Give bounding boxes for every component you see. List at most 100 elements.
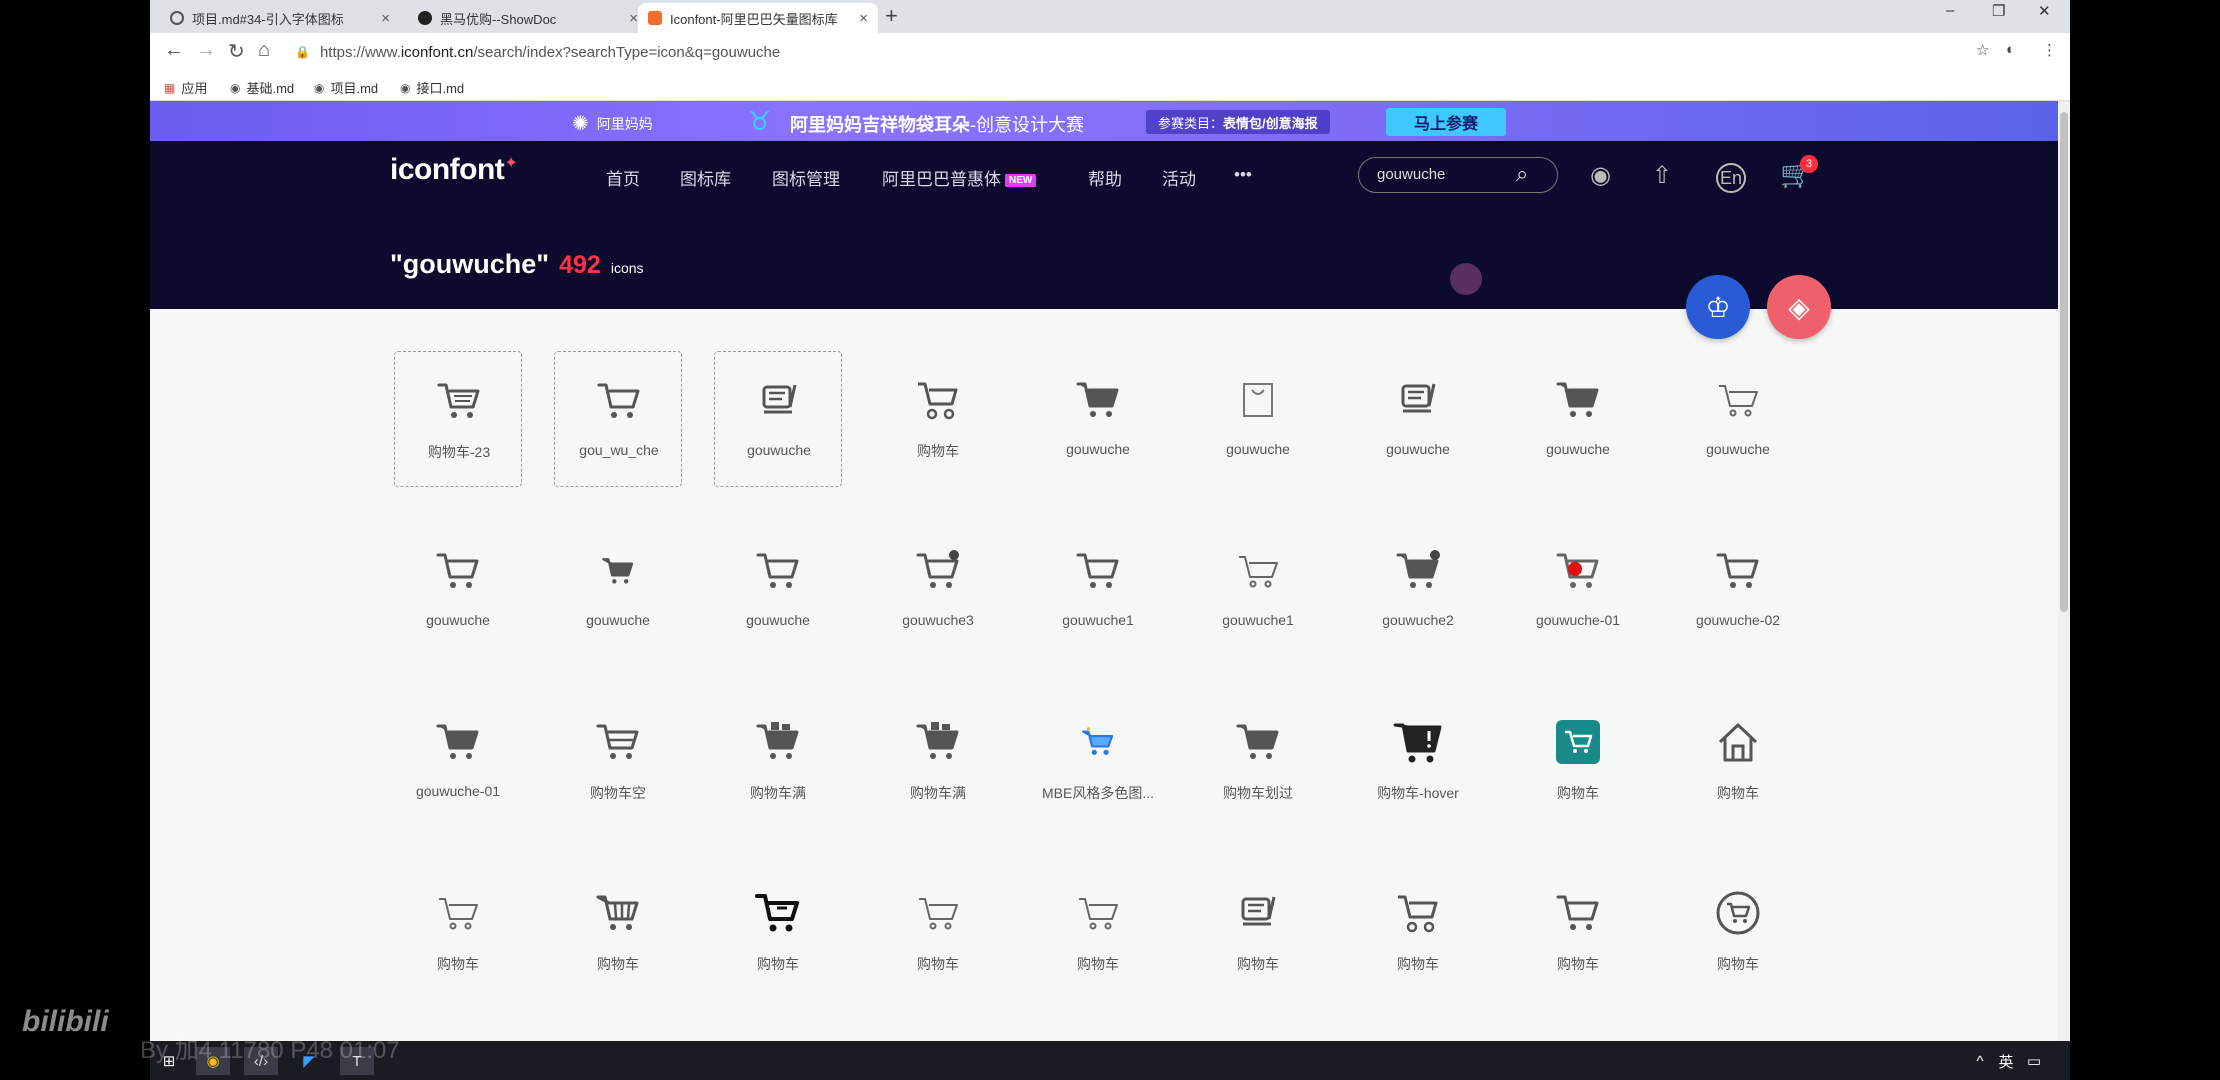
icon-card[interactable]: 购物车 xyxy=(874,864,1002,1000)
close-tab-icon[interactable]: × xyxy=(859,10,868,27)
icon-card[interactable]: 购物车满 xyxy=(714,693,842,829)
bookmark-apps[interactable]: ▦ 应用 xyxy=(164,78,207,97)
icon-card[interactable]: 购物车 xyxy=(1674,693,1802,829)
bag-icon xyxy=(1194,377,1322,423)
icon-card[interactable]: 购物车 xyxy=(1354,864,1482,1000)
icon-card[interactable]: 购物车 xyxy=(1674,864,1802,1000)
ime-indicator[interactable]: 英 xyxy=(1996,1047,2016,1075)
icon-card[interactable]: gouwuche xyxy=(1034,351,1162,487)
nav-activity[interactable]: 活动 xyxy=(1162,165,1196,190)
icon-label: gou_wu_che xyxy=(579,442,659,458)
icon-card[interactable]: 购物车空 xyxy=(554,693,682,829)
icon-card[interactable]: 购物车 xyxy=(714,864,842,1000)
home-icon[interactable]: ⌂ xyxy=(258,39,270,62)
icon-label: gouwuche xyxy=(746,612,810,628)
window-close-button[interactable]: ✕ xyxy=(2038,2,2051,20)
extension-icon[interactable]: ◐ xyxy=(2006,41,2015,58)
icon-card[interactable]: 购物车-23 xyxy=(394,351,522,487)
showdoc-icon xyxy=(418,11,432,25)
crown-fab[interactable]: ♔ xyxy=(1686,275,1750,339)
promo-title-suffix: -创意设计大赛 xyxy=(970,115,1084,135)
icon-card[interactable]: 购物车 xyxy=(874,351,1002,487)
reload-icon[interactable]: ↻ xyxy=(228,39,245,64)
icon-card[interactable]: 购物车 xyxy=(1034,864,1162,1000)
cart-outline-icon xyxy=(555,378,683,424)
icon-card[interactable]: gouwuche xyxy=(1514,351,1642,487)
new-tab-button[interactable]: + xyxy=(885,3,898,29)
address-bar[interactable]: 🔒 https://www. iconfont.cn/search/index?s… xyxy=(295,39,2070,65)
bookmark-project[interactable]: ◉ 项目.md xyxy=(314,78,378,97)
icon-label: 购物车 xyxy=(597,956,639,972)
icon-card[interactable]: gouwuche2 xyxy=(1354,522,1482,658)
tab-project-md[interactable]: 项目.md#34-引入字体图标 × xyxy=(160,3,400,33)
icon-card[interactable]: 购物车满 xyxy=(874,693,1002,829)
bookmark-api[interactable]: ◉ 接口.md xyxy=(400,78,464,97)
nav-help[interactable]: 帮助 xyxy=(1088,165,1122,190)
back-icon[interactable]: ← xyxy=(164,39,184,62)
nav-icon-management[interactable]: 图标管理 xyxy=(772,165,840,190)
icon-card[interactable]: gouwuche xyxy=(554,522,682,658)
icon-label: 购物车 xyxy=(437,956,479,972)
paint-fab[interactable]: ◈ xyxy=(1767,275,1831,339)
tab-iconfont[interactable]: Iconfont-阿里巴巴矢量图标库 × xyxy=(638,3,878,33)
language-toggle[interactable]: En xyxy=(1716,163,1746,193)
menu-dots-icon[interactable]: ⋮ xyxy=(2042,41,2057,59)
icon-card[interactable]: gouwuche-01 xyxy=(394,693,522,829)
bookmark-label: 基础.md xyxy=(246,81,295,96)
scrollbar-thumb[interactable] xyxy=(2060,112,2068,612)
cart-outline-icon xyxy=(394,548,522,594)
restore-button[interactable]: ❐ xyxy=(1992,2,2005,20)
cart-blue-icon xyxy=(1034,719,1162,765)
icon-card[interactable]: 购物车 xyxy=(554,864,682,1000)
search-result-title: "gouwuche" 492 icons xyxy=(390,249,644,280)
alimama-logo-icon: ✺ xyxy=(572,113,589,135)
promo-banner[interactable]: ✺ 阿里妈妈 ♉ 阿里妈妈吉祥物袋耳朵-创意设计大赛 参赛类目： 表情包/创意海报 … xyxy=(150,101,2058,141)
icon-card[interactable]: 购物车划过 xyxy=(1194,693,1322,829)
nav-home[interactable]: 首页 xyxy=(606,165,640,190)
cart-thin-icon xyxy=(394,890,522,936)
icon-card[interactable]: 购物车 xyxy=(1194,864,1322,1000)
icon-label: gouwuche xyxy=(426,612,490,628)
tab-showdoc[interactable]: 黑马优购--ShowDoc × xyxy=(408,3,648,33)
user-avatar-icon[interactable]: ◉ xyxy=(1590,161,1611,190)
icon-card[interactable]: gouwuche xyxy=(714,522,842,658)
icon-label: 购物车 xyxy=(1717,956,1759,972)
icon-card[interactable]: 购物车 xyxy=(1514,693,1642,829)
join-contest-button[interactable]: 马上参赛 xyxy=(1386,108,1506,136)
minimize-button[interactable]: – xyxy=(1946,2,1954,19)
icon-card[interactable]: 购物车-hover xyxy=(1354,693,1482,829)
result-unit: icons xyxy=(610,260,644,276)
close-tab-icon[interactable]: × xyxy=(629,10,638,27)
icon-label: gouwuche xyxy=(1066,441,1130,457)
icon-card[interactable]: gouwuche3 xyxy=(874,522,1002,658)
bookmark-basics[interactable]: ◉ 基础.md xyxy=(230,78,294,97)
icon-card[interactable]: gouwuche-01 xyxy=(1514,522,1642,658)
forward-icon[interactable]: → xyxy=(196,39,216,62)
icon-label: gouwuche-01 xyxy=(415,783,501,799)
icon-card[interactable]: gouwuche1 xyxy=(1034,522,1162,658)
close-tab-icon[interactable]: × xyxy=(381,10,390,27)
icon-card[interactable]: gouwuche xyxy=(1194,351,1322,487)
icon-card[interactable]: gouwuche xyxy=(714,351,842,487)
tray-up-icon[interactable]: ^ xyxy=(1970,1047,1990,1075)
notification-icon[interactable]: ▭ xyxy=(2022,1047,2046,1075)
icon-card[interactable]: gouwuche xyxy=(394,522,522,658)
nav-more[interactable]: ••• xyxy=(1234,165,1252,185)
upload-cloud-icon[interactable]: ⇧ xyxy=(1652,161,1672,190)
icon-card[interactable]: gouwuche1 xyxy=(1194,522,1322,658)
browser-window: 项目.md#34-引入字体图标 × 黑马优购--ShowDoc × Iconfo… xyxy=(150,0,2070,1080)
icon-card[interactable]: gou_wu_che xyxy=(554,351,682,487)
iconfont-logo[interactable]: iconfont✦ xyxy=(390,153,518,187)
icon-card[interactable]: gouwuche-02 xyxy=(1674,522,1802,658)
icon-card[interactable]: 购物车 xyxy=(1514,864,1642,1000)
cart-list-icon xyxy=(395,378,523,424)
promo-category-value: 表情包/创意海报 xyxy=(1223,115,1318,131)
icon-card[interactable]: gouwuche xyxy=(1354,351,1482,487)
nav-puhuiti[interactable]: 阿里巴巴普惠体 NEW xyxy=(882,165,1037,190)
icon-card[interactable]: MBE风格多色图... xyxy=(1034,693,1162,829)
search-icon[interactable]: ⌕ xyxy=(1516,161,1528,187)
nav-icon-library[interactable]: 图标库 xyxy=(680,165,731,190)
icon-card[interactable]: gouwuche xyxy=(1674,351,1802,487)
icon-label: gouwuche xyxy=(747,442,811,458)
icon-card[interactable]: 购物车 xyxy=(394,864,522,1000)
